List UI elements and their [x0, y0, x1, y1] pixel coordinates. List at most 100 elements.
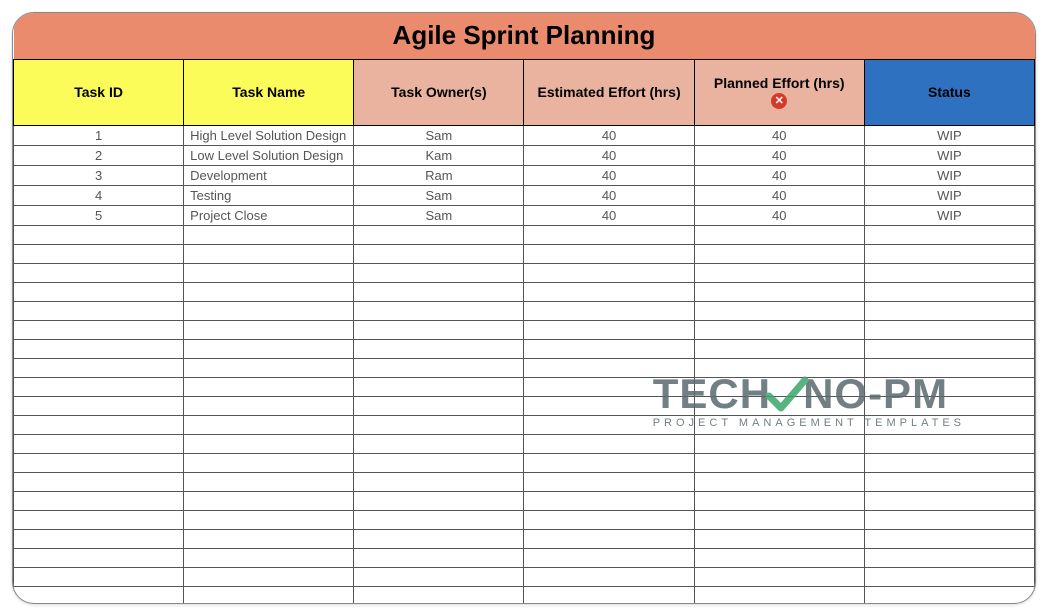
cell-estimated[interactable]: 40 [524, 185, 694, 205]
cell-empty[interactable] [354, 491, 524, 510]
cell-estimated[interactable]: 40 [524, 205, 694, 225]
cell-empty[interactable] [694, 263, 864, 282]
cell-empty[interactable] [14, 586, 184, 604]
cell-empty[interactable] [184, 567, 354, 586]
cell-empty[interactable] [184, 263, 354, 282]
cell-empty[interactable] [694, 244, 864, 263]
table-row-empty[interactable] [14, 529, 1035, 548]
col-header-estimated-effort[interactable]: Estimated Effort (hrs) [524, 59, 694, 125]
cell-empty[interactable] [14, 339, 184, 358]
cell-empty[interactable] [864, 282, 1034, 301]
cell-empty[interactable] [864, 548, 1034, 567]
cell-empty[interactable] [184, 282, 354, 301]
cell-empty[interactable] [694, 301, 864, 320]
table-row-empty[interactable] [14, 567, 1035, 586]
cell-empty[interactable] [524, 548, 694, 567]
cell-empty[interactable] [354, 377, 524, 396]
col-header-task-owner[interactable]: Task Owner(s) [354, 59, 524, 125]
cell-empty[interactable] [694, 529, 864, 548]
table-row-empty[interactable] [14, 358, 1035, 377]
cell-empty[interactable] [864, 491, 1034, 510]
cell-empty[interactable] [184, 472, 354, 491]
cell-empty[interactable] [14, 263, 184, 282]
cell-empty[interactable] [184, 377, 354, 396]
cell-empty[interactable] [524, 263, 694, 282]
cell-owner[interactable]: Sam [354, 185, 524, 205]
cell-empty[interactable] [524, 567, 694, 586]
cell-empty[interactable] [864, 529, 1034, 548]
cell-empty[interactable] [524, 339, 694, 358]
cell-empty[interactable] [864, 358, 1034, 377]
cell-task-id[interactable]: 1 [14, 125, 184, 145]
table-row-empty[interactable] [14, 225, 1035, 244]
cell-empty[interactable] [864, 510, 1034, 529]
cell-empty[interactable] [14, 225, 184, 244]
cell-empty[interactable] [354, 396, 524, 415]
cell-empty[interactable] [14, 567, 184, 586]
table-row-empty[interactable] [14, 320, 1035, 339]
cell-empty[interactable] [694, 586, 864, 604]
cell-task-name[interactable]: Project Close [184, 205, 354, 225]
cell-empty[interactable] [184, 358, 354, 377]
cell-empty[interactable] [14, 472, 184, 491]
cell-empty[interactable] [864, 320, 1034, 339]
cell-empty[interactable] [864, 472, 1034, 491]
cell-empty[interactable] [524, 491, 694, 510]
cell-empty[interactable] [524, 472, 694, 491]
cell-empty[interactable] [524, 244, 694, 263]
cell-empty[interactable] [524, 282, 694, 301]
cell-empty[interactable] [524, 320, 694, 339]
cell-empty[interactable] [694, 358, 864, 377]
cell-owner[interactable]: Sam [354, 205, 524, 225]
table-row-empty[interactable] [14, 415, 1035, 434]
cell-empty[interactable] [354, 244, 524, 263]
cell-empty[interactable] [184, 586, 354, 604]
table-row-empty[interactable] [14, 453, 1035, 472]
cell-empty[interactable] [184, 339, 354, 358]
cell-empty[interactable] [864, 434, 1034, 453]
cell-empty[interactable] [14, 301, 184, 320]
cell-empty[interactable] [864, 567, 1034, 586]
cell-empty[interactable] [14, 282, 184, 301]
cell-empty[interactable] [184, 415, 354, 434]
cell-empty[interactable] [14, 358, 184, 377]
cell-empty[interactable] [354, 301, 524, 320]
cell-empty[interactable] [524, 396, 694, 415]
table-row-empty[interactable] [14, 586, 1035, 604]
cell-empty[interactable] [524, 225, 694, 244]
cell-empty[interactable] [184, 453, 354, 472]
cell-empty[interactable] [864, 377, 1034, 396]
cell-task-id[interactable]: 4 [14, 185, 184, 205]
cell-task-id[interactable]: 3 [14, 165, 184, 185]
col-header-status[interactable]: Status [864, 59, 1034, 125]
cell-empty[interactable] [184, 491, 354, 510]
cell-empty[interactable] [354, 434, 524, 453]
table-row-empty[interactable] [14, 491, 1035, 510]
cell-empty[interactable] [694, 472, 864, 491]
cell-empty[interactable] [354, 358, 524, 377]
cell-empty[interactable] [14, 510, 184, 529]
table-row-empty[interactable] [14, 339, 1035, 358]
cell-empty[interactable] [354, 225, 524, 244]
cell-task-id[interactable]: 5 [14, 205, 184, 225]
cell-empty[interactable] [694, 510, 864, 529]
cell-owner[interactable]: Sam [354, 125, 524, 145]
cell-estimated[interactable]: 40 [524, 165, 694, 185]
cell-empty[interactable] [14, 434, 184, 453]
cell-empty[interactable] [864, 225, 1034, 244]
table-row-empty[interactable] [14, 434, 1035, 453]
cell-empty[interactable] [14, 244, 184, 263]
cell-empty[interactable] [694, 415, 864, 434]
table-row[interactable]: 3DevelopmentRam4040WIP [14, 165, 1035, 185]
cell-task-name[interactable]: Testing [184, 185, 354, 205]
cell-empty[interactable] [694, 282, 864, 301]
cell-empty[interactable] [14, 396, 184, 415]
cell-empty[interactable] [184, 510, 354, 529]
cell-planned[interactable]: 40 [694, 185, 864, 205]
cell-empty[interactable] [354, 263, 524, 282]
table-row[interactable]: 4TestingSam4040WIP [14, 185, 1035, 205]
cell-empty[interactable] [864, 301, 1034, 320]
cell-empty[interactable] [184, 434, 354, 453]
cell-empty[interactable] [354, 567, 524, 586]
cell-empty[interactable] [14, 415, 184, 434]
